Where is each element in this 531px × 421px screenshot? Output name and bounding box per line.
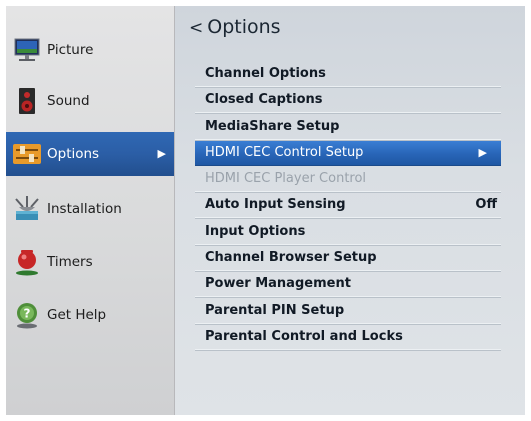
menu-item-channel-options[interactable]: Channel Options	[195, 62, 501, 87]
sidebar-item-picture[interactable]: Picture	[6, 28, 174, 72]
back-chevron-icon[interactable]: <	[189, 18, 203, 38]
page-title: < Options	[189, 16, 281, 38]
menu-item-closed-captions[interactable]: Closed Captions	[195, 88, 501, 114]
menu-item-mediashare-setup[interactable]: MediaShare Setup	[195, 115, 501, 140]
sidebar-item-label: Picture	[47, 42, 94, 58]
chevron-right-icon: ▶	[157, 147, 166, 160]
sidebar-item-installation[interactable]: Installation	[6, 187, 174, 231]
page-title-text: Options	[207, 16, 281, 38]
tv-settings-screen: Picture Sound Options ▶ Installation Tim…	[6, 6, 525, 415]
menu-item-label: Parental Control and Locks	[205, 328, 403, 344]
sidebar-item-label: Get Help	[47, 307, 107, 323]
sidebar: Picture Sound Options ▶ Installation Tim…	[6, 6, 175, 415]
menu-item-auto-input-sensing[interactable]: Auto Input Sensing Off	[195, 193, 501, 219]
sidebar-item-sound[interactable]: Sound	[6, 79, 174, 123]
menu-item-label: HDMI CEC Player Control	[205, 171, 367, 187]
options-panel: < Options Channel Options Closed Captions…	[175, 6, 525, 415]
menu-item-input-options[interactable]: Input Options	[195, 220, 501, 245]
menu-item-label: Channel Options	[205, 66, 326, 81]
svg-text:?: ?	[24, 307, 31, 321]
sidebar-item-timers[interactable]: Timers	[6, 240, 174, 284]
sidebar-item-label: Timers	[47, 254, 93, 270]
sidebar-item-get-help[interactable]: ? Get Help	[6, 293, 174, 337]
menu-item-label: Parental PIN Setup	[205, 302, 345, 318]
menu-item-label: HDMI CEC Control Setup	[205, 144, 364, 160]
menu-item-hdmi-cec-control-setup[interactable]: HDMI CEC Control Setup ▶	[195, 140, 501, 166]
menu-item-label: Input Options	[205, 223, 306, 239]
menu-item-label: Auto Input Sensing	[205, 197, 346, 213]
menu-item-label: Power Management	[205, 276, 351, 292]
sliders-icon	[13, 140, 41, 168]
menu-item-value: Off	[475, 197, 497, 213]
satellite-dish-icon	[13, 195, 41, 223]
alarm-timer-icon	[13, 248, 41, 276]
menu-item-hdmi-cec-player-control: HDMI CEC Player Control	[195, 167, 501, 193]
menu-item-label: MediaShare Setup	[205, 118, 340, 134]
menu-item-power-management[interactable]: Power Management	[195, 272, 501, 298]
sidebar-item-options[interactable]: Options ▶	[6, 132, 174, 176]
sidebar-item-label: Sound	[47, 93, 90, 109]
monitor-icon	[13, 36, 41, 64]
menu-item-label: Channel Browser Setup	[205, 250, 377, 266]
menu-item-parental-control-and-locks[interactable]: Parental Control and Locks	[195, 325, 501, 350]
speaker-icon	[13, 87, 41, 115]
sidebar-item-label: Options	[47, 146, 100, 162]
chevron-right-icon: ▶	[478, 145, 487, 159]
menu-item-label: Closed Captions	[205, 92, 323, 108]
options-menu: Channel Options Closed Captions MediaSha…	[195, 62, 501, 351]
menu-item-channel-browser-setup[interactable]: Channel Browser Setup	[195, 246, 501, 272]
sidebar-item-label: Installation	[47, 201, 122, 217]
help-icon: ?	[13, 301, 41, 329]
menu-item-parental-pin-setup[interactable]: Parental PIN Setup	[195, 299, 501, 324]
